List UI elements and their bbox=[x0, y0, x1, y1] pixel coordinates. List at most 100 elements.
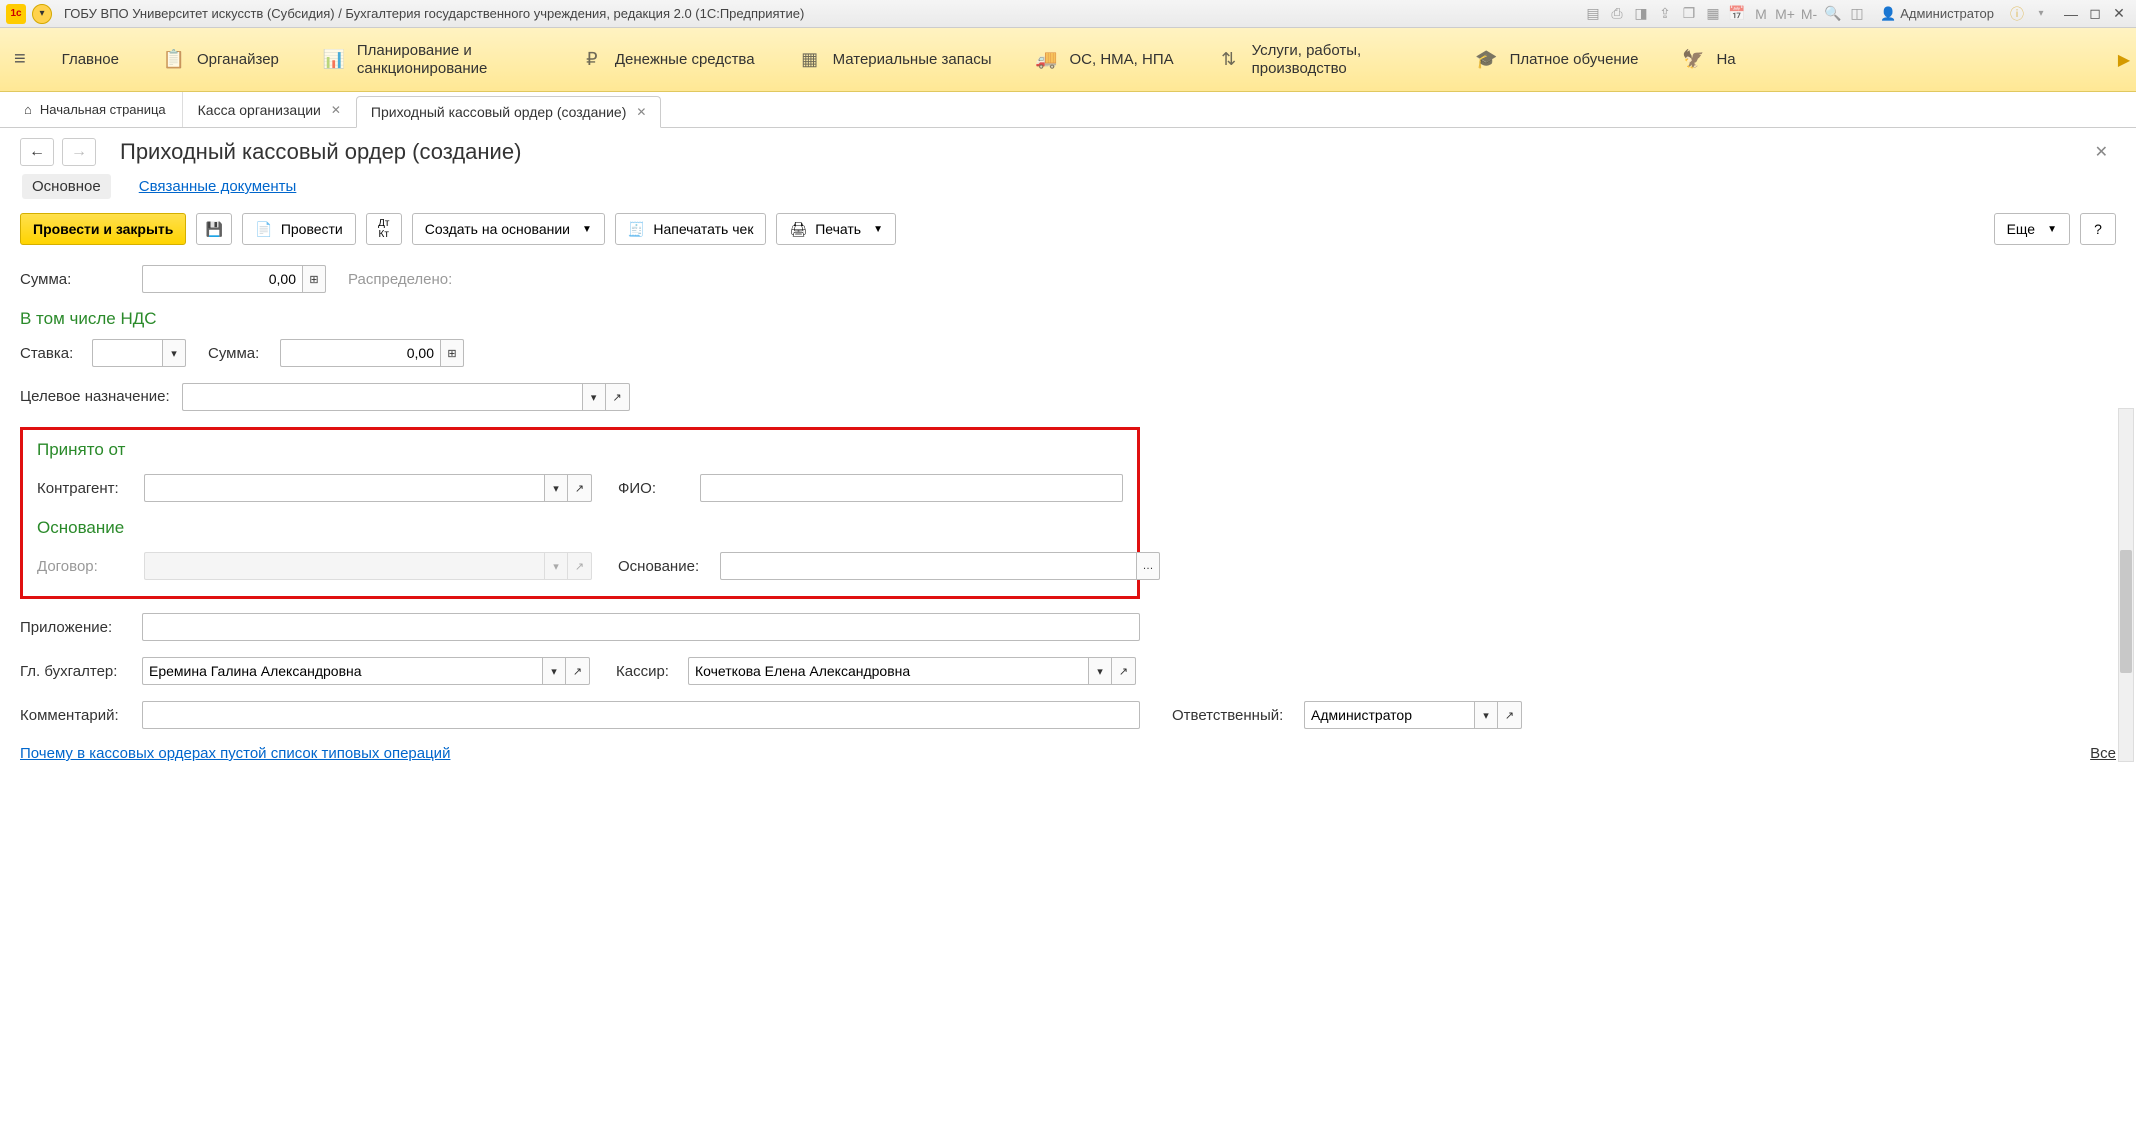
purpose-dropdown-button[interactable]: ▾ bbox=[582, 383, 606, 411]
calculator-button[interactable]: ⊞ bbox=[440, 339, 464, 367]
vertical-scrollbar[interactable] bbox=[2118, 408, 2134, 762]
chief-accountant-input[interactable] bbox=[142, 657, 542, 685]
print-receipt-button[interactable]: 🧾Напечатать чек bbox=[615, 213, 767, 245]
cashier-input[interactable] bbox=[688, 657, 1088, 685]
fio-input[interactable] bbox=[700, 474, 1123, 502]
rate-dropdown-button[interactable]: ▾ bbox=[162, 339, 186, 367]
more-button[interactable]: Еще▼ bbox=[1994, 213, 2070, 245]
content-area: ← → Приходный кассовый ордер (создание) … bbox=[0, 128, 2136, 782]
received-from-title: Принято от bbox=[37, 440, 1123, 460]
page-title: Приходный кассовый ордер (создание) bbox=[120, 139, 521, 165]
preview-icon[interactable]: ◨ bbox=[1632, 5, 1650, 23]
basis-ellipsis-button[interactable]: … bbox=[1136, 552, 1160, 580]
basis-input[interactable] bbox=[720, 552, 1136, 580]
menu-label: ОС, НМА, НПА bbox=[1069, 51, 1173, 69]
attachment-label: Приложение: bbox=[20, 619, 130, 636]
purpose-input[interactable] bbox=[182, 383, 582, 411]
close-window-button[interactable]: ✕ bbox=[2108, 5, 2130, 23]
responsible-open[interactable]: ↗ bbox=[1498, 701, 1522, 729]
save-button[interactable]: 💾 bbox=[196, 213, 232, 245]
copy-icon[interactable]: ❐ bbox=[1680, 5, 1698, 23]
calculator-button[interactable]: ⊞ bbox=[302, 265, 326, 293]
sum-label: Сумма: bbox=[20, 271, 130, 288]
menu-section-main[interactable]: Главное bbox=[40, 28, 141, 91]
scrollbar-thumb[interactable] bbox=[2120, 550, 2132, 673]
panel-icon[interactable]: ◫ bbox=[1848, 5, 1866, 23]
counterparty-dropdown-button[interactable]: ▾ bbox=[544, 474, 568, 502]
tab-bar: ⌂ Начальная страница Касса организации ✕… bbox=[0, 92, 2136, 128]
counterparty-input-group: ▾ ↗ bbox=[144, 474, 592, 502]
menu-section-materials[interactable]: ▦ Материальные запасы bbox=[777, 28, 1014, 91]
cashier-dropdown[interactable]: ▾ bbox=[1088, 657, 1112, 685]
post-button[interactable]: 📄Провести bbox=[242, 213, 355, 245]
responsible-input[interactable] bbox=[1304, 701, 1474, 729]
menu-section-money[interactable]: ₽ Денежные средства bbox=[559, 28, 777, 91]
info-icon[interactable]: ⓘ bbox=[2008, 5, 2026, 23]
tab-home[interactable]: ⌂ Начальная страница bbox=[8, 92, 183, 127]
create-based-button[interactable]: Создать на основании▼ bbox=[412, 213, 605, 245]
sum-input[interactable] bbox=[142, 265, 302, 293]
printer-icon: 🖨 bbox=[789, 221, 807, 238]
menu-scroll-right[interactable]: ▶ bbox=[2112, 28, 2136, 91]
nav-back-button[interactable]: ← bbox=[20, 138, 54, 166]
calendar-icon[interactable]: 📅 bbox=[1728, 5, 1746, 23]
menu-section-services[interactable]: ⇅ Услуги, работы, производство bbox=[1196, 28, 1454, 91]
responsible-dropdown[interactable]: ▾ bbox=[1474, 701, 1498, 729]
user-indicator[interactable]: 👤 Администратор bbox=[1880, 6, 1994, 22]
calculator-icon[interactable]: ▦ bbox=[1704, 5, 1722, 23]
save-icon[interactable]: ▤ bbox=[1584, 5, 1602, 23]
row-sum: Сумма: ⊞ Распределено: bbox=[20, 265, 2116, 293]
subtab-main[interactable]: Основное bbox=[22, 174, 111, 199]
menu-section-organizer[interactable]: 📋 Органайзер bbox=[141, 28, 301, 91]
counterparty-open-button[interactable]: ↗ bbox=[568, 474, 592, 502]
receipt-icon: 🧾 bbox=[628, 221, 645, 238]
upload-icon[interactable]: ⇪ bbox=[1656, 5, 1674, 23]
vat-sum-input[interactable] bbox=[280, 339, 440, 367]
minimize-button[interactable]: — bbox=[2060, 5, 2082, 23]
app-menu-dropdown[interactable]: ▾ bbox=[32, 4, 52, 24]
menu-section-assets[interactable]: 🚚 ОС, НМА, НПА bbox=[1013, 28, 1195, 91]
memory-m-icon[interactable]: M bbox=[1752, 5, 1770, 23]
memory-mminus-icon[interactable]: M- bbox=[1800, 5, 1818, 23]
menu-label: Органайзер bbox=[197, 51, 279, 69]
menu-section-extra[interactable]: 🦅 На bbox=[1660, 28, 1757, 91]
tab-pko[interactable]: Приходный кассовый ордер (создание) ✕ bbox=[356, 96, 662, 128]
tab-close-icon[interactable]: ✕ bbox=[636, 105, 646, 119]
tab-close-icon[interactable]: ✕ bbox=[331, 103, 341, 117]
help-button[interactable]: ? bbox=[2080, 213, 2116, 245]
purpose-input-group: ▾ ↗ bbox=[182, 383, 630, 411]
info-dropdown[interactable]: ▾ bbox=[2032, 5, 2050, 23]
chief-accountant-dropdown[interactable]: ▾ bbox=[542, 657, 566, 685]
page-close-button[interactable]: ✕ bbox=[2087, 138, 2116, 166]
menu-label: На bbox=[1716, 51, 1735, 69]
post-and-close-button[interactable]: Провести и закрыть bbox=[20, 213, 186, 245]
cashier-open[interactable]: ↗ bbox=[1112, 657, 1136, 685]
rate-input[interactable] bbox=[92, 339, 162, 367]
comment-input[interactable] bbox=[142, 701, 1140, 729]
subtab-related[interactable]: Связанные документы bbox=[129, 174, 307, 199]
planning-icon: 📊 bbox=[323, 49, 345, 71]
window-controls: — ◻ ✕ bbox=[2060, 5, 2130, 23]
tab-kassa[interactable]: Касса организации ✕ bbox=[183, 92, 356, 127]
row-purpose: Целевое назначение: ▾ ↗ bbox=[20, 383, 2116, 411]
print-button[interactable]: 🖨Печать▼ bbox=[776, 213, 896, 245]
menu-hamburger[interactable]: ≡ bbox=[0, 28, 40, 91]
attachment-input[interactable] bbox=[142, 613, 1140, 641]
responsible-label: Ответственный: bbox=[1172, 707, 1292, 724]
nav-forward-button[interactable]: → bbox=[62, 138, 96, 166]
dt-kt-button[interactable]: ДтКт bbox=[366, 213, 402, 245]
help-link[interactable]: Почему в кассовых ордерах пустой список … bbox=[20, 745, 450, 762]
purpose-open-button[interactable]: ↗ bbox=[606, 383, 630, 411]
counterparty-input[interactable] bbox=[144, 474, 544, 502]
print-icon[interactable]: ⎙ bbox=[1608, 5, 1626, 23]
memory-mplus-icon[interactable]: M+ bbox=[1776, 5, 1794, 23]
sum-input-group: ⊞ bbox=[142, 265, 326, 293]
zoom-icon[interactable]: 🔍 bbox=[1824, 5, 1842, 23]
all-link[interactable]: Все bbox=[2090, 745, 2116, 762]
chief-accountant-open[interactable]: ↗ bbox=[566, 657, 590, 685]
menu-section-planning[interactable]: 📊 Планирование и санкционирование bbox=[301, 28, 559, 91]
maximize-button[interactable]: ◻ bbox=[2084, 5, 2106, 23]
distributed-label: Распределено: bbox=[348, 271, 458, 288]
menu-section-education[interactable]: 🎓 Платное обучение bbox=[1454, 28, 1661, 91]
truck-icon: 🚚 bbox=[1035, 49, 1057, 71]
